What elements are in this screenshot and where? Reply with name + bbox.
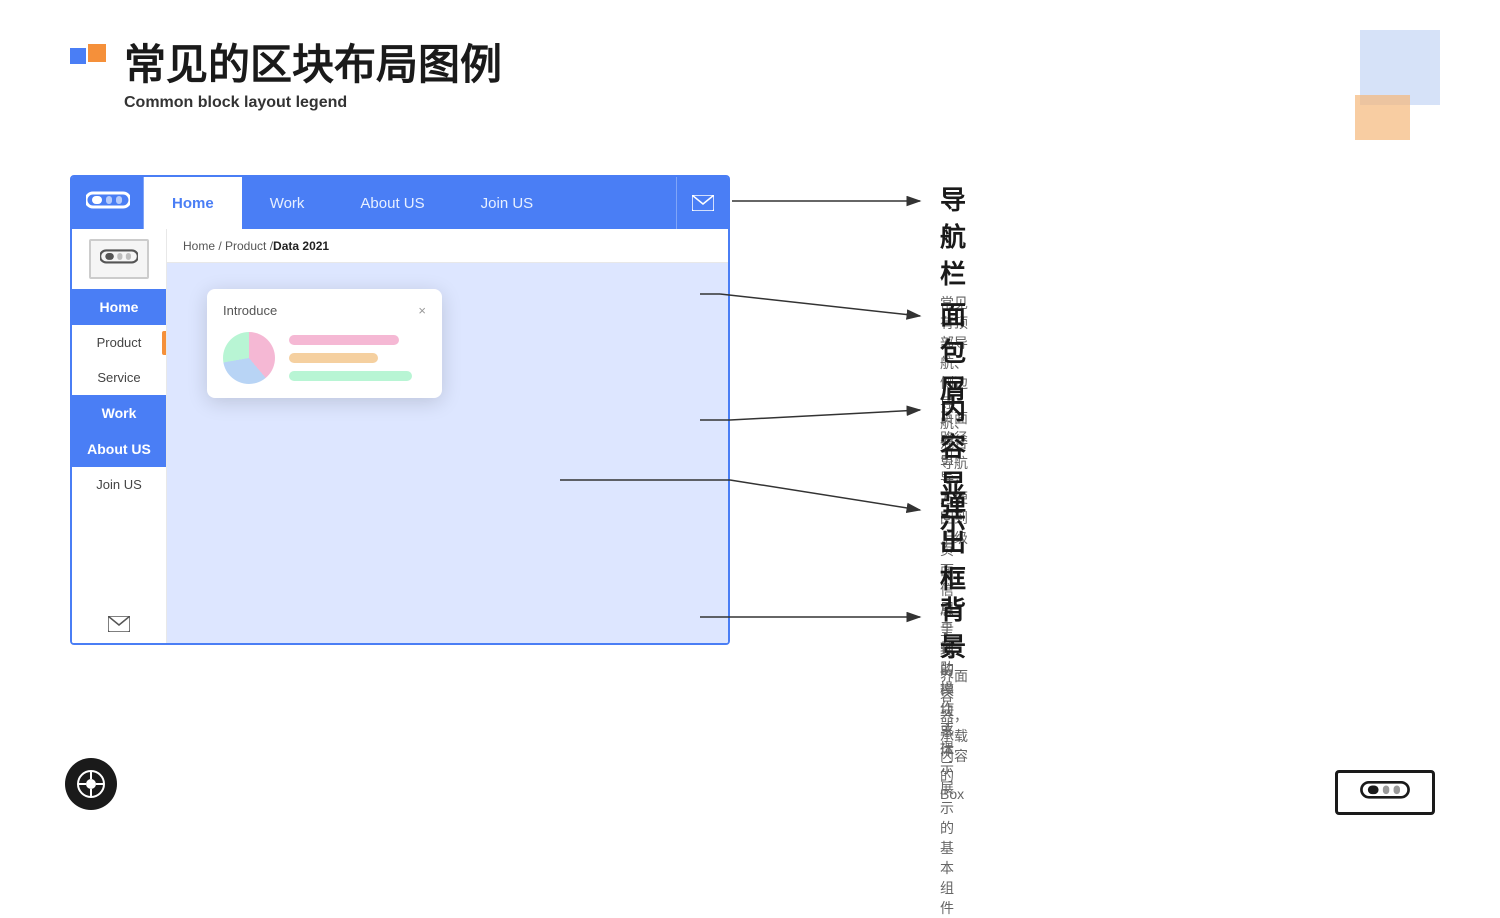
- nav-item-work[interactable]: Work: [242, 177, 333, 229]
- dialog-header: Introduce ×: [223, 303, 426, 318]
- breadcrumb-bold: Data 2021: [273, 239, 329, 253]
- mock-breadcrumb: Home / Product / Data 2021: [167, 229, 728, 263]
- sub-title: Common block layout legend: [124, 94, 502, 112]
- dialog-line-3: [289, 371, 412, 381]
- dialog-body: [223, 332, 426, 384]
- logo-svg: [86, 189, 130, 217]
- sidebar-item-product[interactable]: Product: [72, 325, 166, 360]
- sidebar-email-icon: [108, 616, 130, 632]
- dialog-close-icon[interactable]: ×: [418, 303, 426, 318]
- bottom-right-logo-svg: [1345, 778, 1425, 808]
- main-title: 常见的区块布局图例: [124, 40, 502, 90]
- sidebar-logo-svg: [100, 247, 138, 271]
- mock-navbar: Home Work About US Join US: [72, 177, 728, 229]
- sidebar-logo: [89, 239, 149, 279]
- sidebar-item-about[interactable]: About US: [72, 431, 166, 467]
- diagram-wrapper: Home Work About US Join US: [70, 175, 730, 645]
- deco-orange-rect: [1355, 95, 1410, 140]
- dialog-line-1: [289, 335, 399, 345]
- dialog-line-2: [289, 353, 378, 363]
- bottom-logo-left: [65, 758, 117, 810]
- ann-background-title: 背景: [940, 590, 968, 664]
- mock-browser: Home Work About US Join US: [70, 175, 730, 645]
- mock-content-area: Home Product Service Work About US Join …: [72, 229, 728, 645]
- ann-navbar-title: 导航栏: [940, 180, 968, 291]
- sidebar-email[interactable]: [108, 616, 130, 645]
- mock-logo: [72, 177, 144, 229]
- dialog-lines: [289, 335, 426, 381]
- title-icon: [70, 44, 106, 80]
- mock-main: Home / Product / Data 2021 Introduce ×: [167, 229, 728, 645]
- mock-sidebar: Home Product Service Work About US Join …: [72, 229, 167, 645]
- decoration-top-right: [1320, 30, 1440, 140]
- ann-dialog-title: 弹出框: [940, 485, 966, 596]
- nav-email-icon[interactable]: [676, 177, 728, 229]
- page-header: 常见的区块布局图例 Common block layout legend: [70, 40, 502, 112]
- mock-nav-items: Home Work About US Join US: [144, 177, 676, 229]
- ann-background-desc: 界面容器，承载内容的Box: [940, 666, 968, 802]
- sidebar-item-service[interactable]: Service: [72, 360, 166, 395]
- email-icon: [692, 195, 714, 211]
- nav-item-home[interactable]: Home: [144, 177, 242, 229]
- sidebar-item-work[interactable]: Work: [72, 395, 166, 431]
- nav-item-join[interactable]: Join US: [453, 177, 562, 229]
- nav-item-about[interactable]: About US: [332, 177, 452, 229]
- bottom-logo-right: [1335, 770, 1435, 815]
- dialog-circle-decoration: [223, 332, 275, 384]
- dialog-title: Introduce: [223, 303, 277, 318]
- bottom-left-logo-svg: [76, 769, 106, 799]
- ann-background: 背景 界面容器，承载内容的Box: [940, 590, 968, 802]
- deco-blue-rect: [1360, 30, 1440, 105]
- sidebar-item-home[interactable]: Home: [72, 289, 166, 325]
- mock-dialog: Introduce ×: [207, 289, 442, 398]
- sidebar-item-join[interactable]: Join US: [72, 467, 166, 502]
- breadcrumb-path: Home / Product /: [183, 239, 273, 253]
